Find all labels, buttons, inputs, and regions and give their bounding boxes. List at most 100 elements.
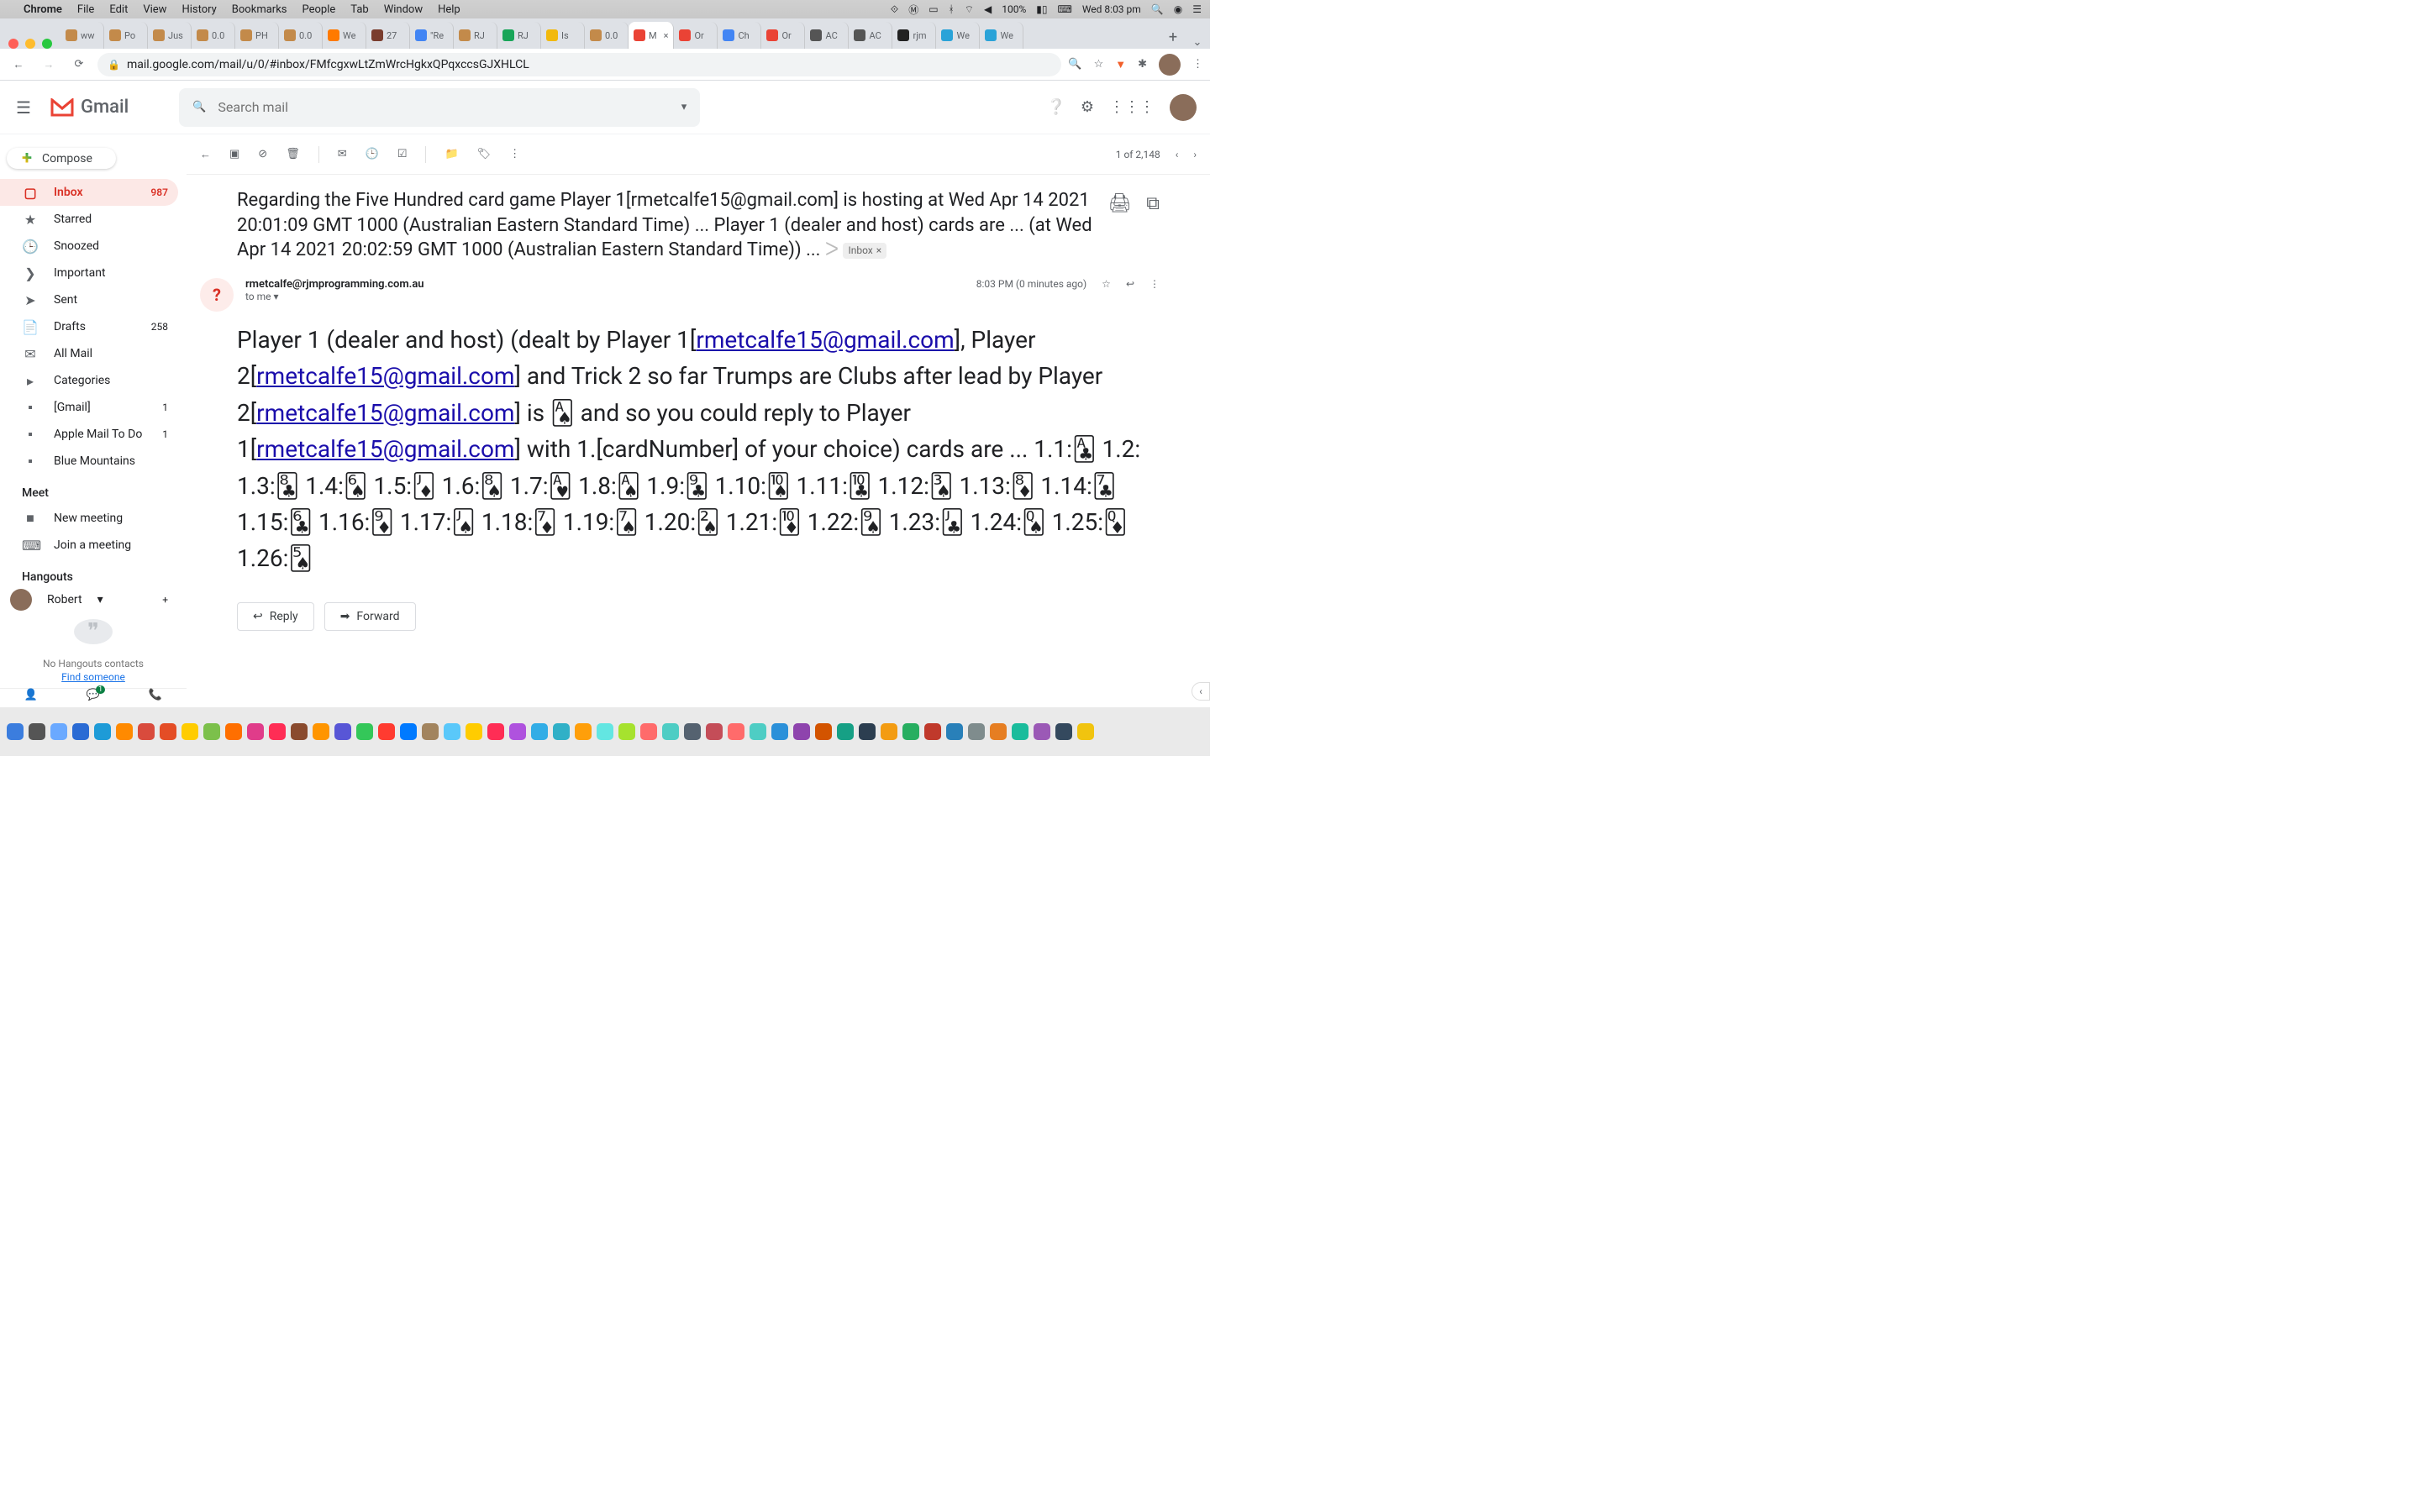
browser-tab[interactable]: Jus	[148, 22, 192, 49]
star-icon[interactable]: ☆	[1102, 278, 1111, 290]
sidebar-item-sent[interactable]: ➤Sent	[0, 286, 178, 313]
bookmark-icon[interactable]: ☆	[1094, 58, 1104, 71]
battery-icon[interactable]: ▮▯	[1036, 3, 1047, 15]
menu-people[interactable]: People	[302, 3, 336, 16]
dock-app[interactable]	[966, 715, 986, 748]
close-window[interactable]	[8, 39, 18, 49]
dock-app[interactable]	[660, 715, 681, 748]
snooze-icon[interactable]: 🕒	[366, 148, 379, 160]
prev-icon[interactable]: ‹	[1176, 149, 1179, 160]
dock-app[interactable]	[398, 715, 418, 748]
extensions-icon[interactable]: ✱	[1138, 58, 1147, 71]
dock-app[interactable]	[442, 715, 462, 748]
browser-tab[interactable]: We	[980, 22, 1023, 49]
browser-tab[interactable]: M×	[629, 22, 674, 49]
email-link[interactable]: rmetcalfe15@gmail.com	[256, 399, 514, 427]
forward-button[interactable]: →	[37, 53, 60, 76]
dock-app[interactable]	[595, 715, 615, 748]
dock-app[interactable]	[639, 715, 659, 748]
forward-button[interactable]: ➡Forward	[324, 602, 416, 631]
bluetooth-icon[interactable]: ᚼ	[949, 3, 955, 15]
browser-tab[interactable]: "Re	[410, 22, 454, 49]
recipient-line[interactable]: to me ▾	[245, 291, 965, 302]
browser-tab[interactable]: We	[936, 22, 980, 49]
airplay-icon[interactable]: ▭	[929, 3, 938, 15]
side-panel-toggle[interactable]: ‹	[1192, 682, 1210, 701]
menu-edit[interactable]: Edit	[109, 3, 128, 16]
phone-icon[interactable]: 📞	[149, 689, 162, 701]
browser-tab[interactable]: 0.0	[585, 22, 629, 49]
menu-file[interactable]: File	[77, 3, 94, 16]
dock-app[interactable]	[988, 715, 1008, 748]
dock-app[interactable]	[92, 715, 113, 748]
browser-tab[interactable]: 0.0	[192, 22, 235, 49]
sidebar-item-blue-mountains[interactable]: ▪Blue Mountains	[0, 448, 178, 475]
more-icon[interactable]: ⋮	[509, 148, 520, 160]
dock-app[interactable]	[224, 715, 244, 748]
wifi-icon[interactable]: ⌔	[965, 3, 974, 16]
support-icon[interactable]: ❔	[1046, 98, 1065, 116]
dock-app[interactable]	[420, 715, 440, 748]
chat-icon[interactable]: 💬1	[87, 689, 100, 701]
dock-app[interactable]	[682, 715, 702, 748]
delete-icon[interactable]: 🗑	[286, 148, 300, 160]
browser-tab[interactable]: 27	[366, 22, 410, 49]
email-link[interactable]: rmetcalfe15@gmail.com	[256, 362, 514, 390]
sidebar-item-drafts[interactable]: 📄Drafts258	[0, 313, 178, 340]
new-tab-button[interactable]: +	[1161, 25, 1185, 49]
archive-icon[interactable]: ▣	[229, 148, 239, 160]
important-marker-icon[interactable]: ᐳ	[825, 239, 839, 260]
dock-app[interactable]	[508, 715, 528, 748]
dock-app[interactable]	[726, 715, 746, 748]
dock-app[interactable]	[180, 715, 200, 748]
gmail-logo[interactable]: Gmail	[50, 97, 129, 118]
siri-icon[interactable]: ◉	[1174, 3, 1182, 15]
back-icon[interactable]: ←	[200, 148, 211, 161]
profile-avatar[interactable]	[1159, 54, 1181, 76]
dock-app[interactable]	[1032, 715, 1052, 748]
email-link[interactable]: rmetcalfe15@gmail.com	[256, 435, 514, 463]
browser-tab[interactable]: ww	[60, 22, 104, 49]
browser-tab[interactable]: Or	[761, 22, 805, 49]
inbox-chip[interactable]: Inbox×	[843, 243, 886, 258]
dock-app[interactable]	[879, 715, 899, 748]
notifications-icon[interactable]: ☰	[1192, 3, 1202, 15]
dock-app[interactable]	[267, 715, 287, 748]
sidebar-item-snoozed[interactable]: 🕒Snoozed	[0, 233, 178, 260]
next-icon[interactable]: ›	[1193, 149, 1197, 160]
dock-app[interactable]	[114, 715, 134, 748]
browser-tab[interactable]: RJ	[454, 22, 497, 49]
browser-tab[interactable]: Or	[674, 22, 718, 49]
tabs-menu-icon[interactable]: ⌄	[1185, 36, 1210, 49]
sidebar-item-inbox[interactable]: ▢Inbox987	[0, 179, 178, 206]
dock-app[interactable]	[486, 715, 506, 748]
dock-app[interactable]	[202, 715, 222, 748]
sender-address[interactable]: rmetcalfe@rjmprogramming.com.au	[245, 278, 965, 291]
address-bar[interactable]: 🔒 mail.google.com/mail/u/0/#inbox/FMfcgx…	[97, 53, 1061, 76]
browser-tab[interactable]: 0.0	[279, 22, 323, 49]
label-icon[interactable]: 🏷	[477, 148, 492, 160]
reply-icon[interactable]: ↩	[1126, 278, 1134, 290]
dock-app[interactable]	[27, 715, 47, 748]
move-icon[interactable]: 📁	[445, 148, 458, 160]
browser-tab[interactable]: PH	[235, 22, 279, 49]
sidebar-item-apple-mail-to-do[interactable]: ▪Apple Mail To Do1	[0, 421, 178, 448]
dock-app[interactable]	[944, 715, 965, 748]
menu-history[interactable]: History	[182, 3, 216, 16]
browser-tab[interactable]: Is	[541, 22, 585, 49]
account-avatar[interactable]	[1170, 94, 1197, 121]
new-chat-icon[interactable]: +	[162, 594, 168, 606]
dock-app[interactable]	[923, 715, 943, 748]
dock-app[interactable]	[245, 715, 266, 748]
reload-button[interactable]: ⟳	[67, 53, 91, 76]
close-tab-icon[interactable]: ×	[664, 30, 669, 41]
search-bar[interactable]: 🔍 ▾	[179, 88, 700, 127]
browser-tab[interactable]: RJ	[497, 22, 541, 49]
dock-app[interactable]	[1054, 715, 1074, 748]
menu-view[interactable]: View	[143, 3, 166, 16]
unread-icon[interactable]: ✉	[338, 148, 347, 160]
sidebar-item-starred[interactable]: ★Starred	[0, 206, 178, 233]
contacts-icon[interactable]: 👤	[24, 689, 38, 701]
settings-icon[interactable]: ⚙	[1081, 98, 1094, 116]
dropdown-icon[interactable]: ▾	[97, 593, 103, 606]
